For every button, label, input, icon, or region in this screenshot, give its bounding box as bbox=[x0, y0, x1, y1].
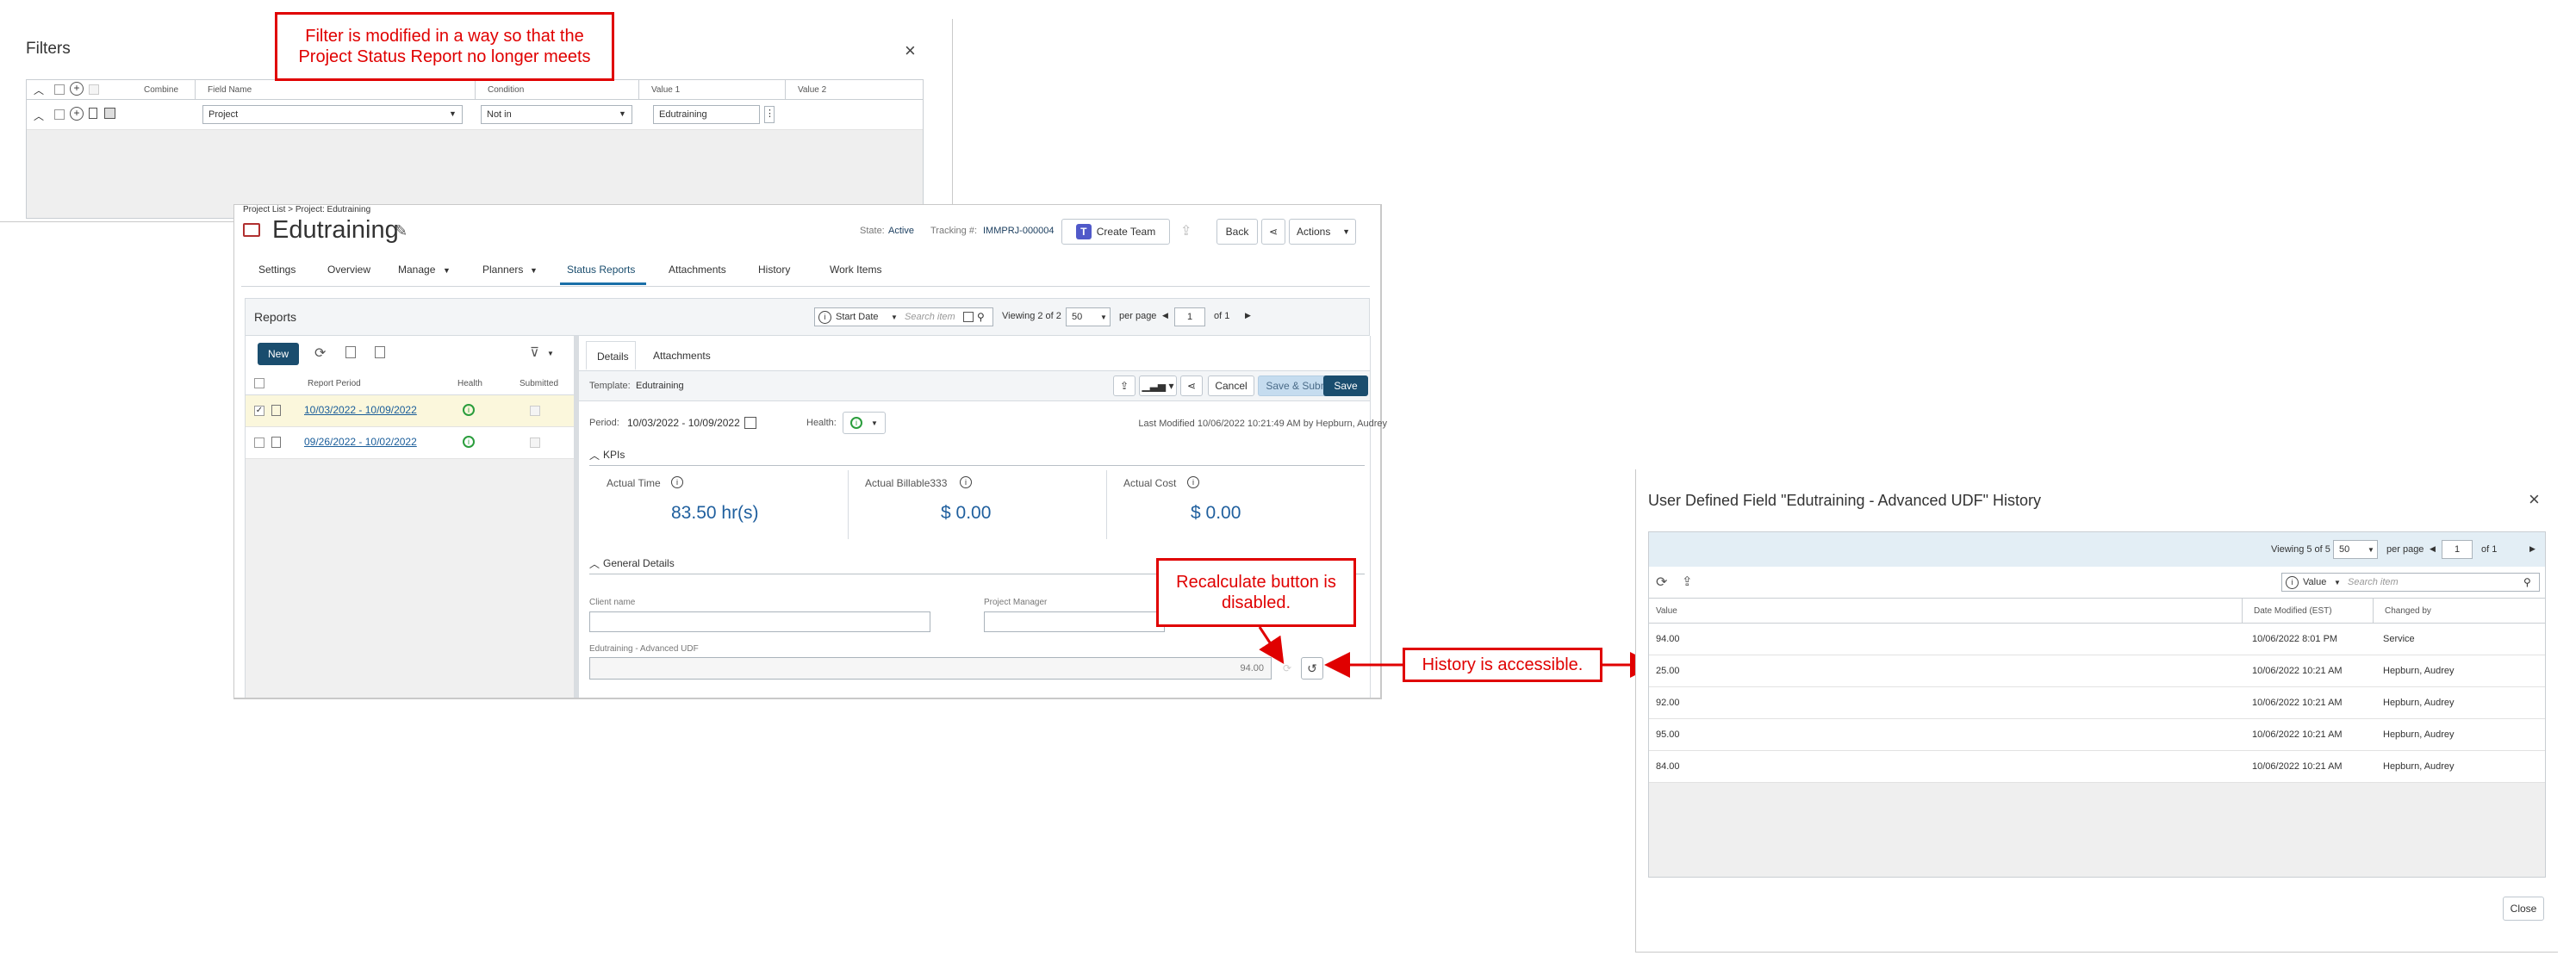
table-row: 95.00 10/06/2022 10:21 AM Hepburn, Audre… bbox=[1649, 719, 2545, 751]
sort-label: Value bbox=[2303, 577, 2327, 587]
search-input[interactable]: Search item bbox=[2348, 577, 2399, 587]
changed-by-cell: Service bbox=[2383, 634, 2415, 644]
sort-control[interactable]: i Value ▼ Search item ⚲ bbox=[2281, 573, 2540, 592]
export-icon[interactable]: ⇪ bbox=[1682, 574, 1693, 589]
per-page-label: per page bbox=[2386, 544, 2424, 555]
close-label: Close bbox=[2510, 903, 2537, 915]
table-row: 25.00 10/06/2022 10:21 AM Hepburn, Audre… bbox=[1649, 655, 2545, 687]
value-cell: 25.00 bbox=[1656, 666, 1680, 676]
changed-by-cell: Hepburn, Audrey bbox=[2383, 666, 2455, 676]
date-cell: 10/06/2022 10:21 AM bbox=[2252, 698, 2343, 708]
header-changed-by: Changed by bbox=[2385, 606, 2431, 616]
changed-by-cell: Hepburn, Audrey bbox=[2383, 729, 2455, 740]
changed-by-cell: Hepburn, Audrey bbox=[2383, 698, 2455, 708]
prev-page-icon[interactable]: ◀ bbox=[2430, 544, 2436, 554]
date-cell: 10/06/2022 10:21 AM bbox=[2252, 729, 2343, 740]
value-cell: 92.00 bbox=[1656, 698, 1680, 708]
value-cell: 95.00 bbox=[1656, 729, 1680, 740]
page-input[interactable]: 1 bbox=[2442, 540, 2473, 559]
chevron-down-icon: ▼ bbox=[2368, 546, 2374, 554]
table-row: 84.00 10/06/2022 10:21 AM Hepburn, Audre… bbox=[1649, 751, 2545, 783]
date-cell: 10/06/2022 8:01 PM bbox=[2252, 634, 2338, 644]
info-icon: i bbox=[2286, 576, 2299, 589]
table-row: 94.00 10/06/2022 8:01 PM Service bbox=[1649, 624, 2545, 655]
page-of: of 1 bbox=[2481, 544, 2498, 555]
next-page-icon[interactable]: ▶ bbox=[2529, 544, 2536, 554]
date-cell: 10/06/2022 10:21 AM bbox=[2252, 666, 2343, 676]
header-value: Value bbox=[1656, 606, 1677, 616]
table-row: 92.00 10/06/2022 10:21 AM Hepburn, Audre… bbox=[1649, 687, 2545, 719]
changed-by-cell: Hepburn, Audrey bbox=[2383, 761, 2455, 772]
history-dialog: User Defined Field "Edutraining - Advanc… bbox=[1635, 469, 2558, 953]
value-cell: 84.00 bbox=[1656, 761, 1680, 772]
chevron-down-icon: ▼ bbox=[2334, 579, 2341, 587]
date-cell: 10/06/2022 10:21 AM bbox=[2252, 761, 2343, 772]
close-button[interactable]: Close bbox=[2503, 897, 2544, 921]
search-icon[interactable]: ⚲ bbox=[2523, 576, 2531, 588]
value-cell: 94.00 bbox=[1656, 634, 1680, 644]
history-grid: Viewing 5 of 5 50 ▼ per page ◀ 1 of 1 ▶ … bbox=[1648, 531, 2546, 878]
viewing-count: Viewing 5 of 5 bbox=[2271, 544, 2330, 555]
history-title: User Defined Field "Edutraining - Advanc… bbox=[1648, 492, 2041, 509]
refresh-icon[interactable]: ⟳ bbox=[1656, 574, 1667, 591]
close-icon[interactable]: × bbox=[2529, 488, 2540, 511]
header-date-modified: Date Modified (EST) bbox=[2254, 606, 2332, 616]
